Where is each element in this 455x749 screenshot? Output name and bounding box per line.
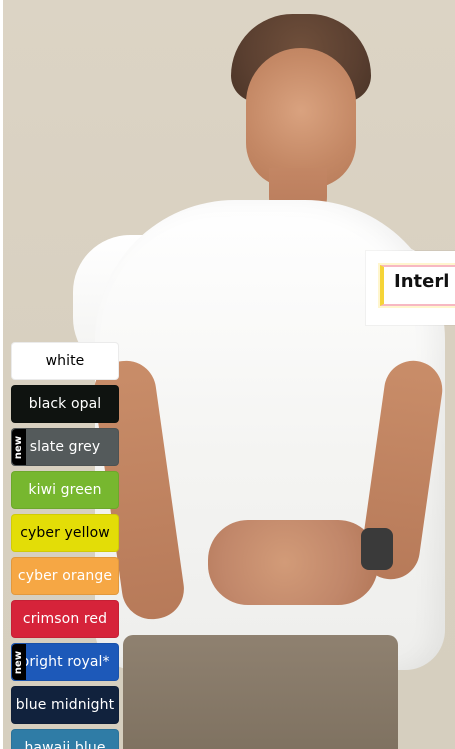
- new-badge: new: [12, 644, 26, 680]
- swatch-item[interactable]: crimson red: [11, 600, 119, 638]
- color-swatch-list: white black opal new slate grey kiwi gre…: [11, 342, 119, 749]
- ribbon-text: Interl: [394, 271, 450, 292]
- swatch-item[interactable]: cyber orange: [11, 557, 119, 595]
- swatch-label: slate grey: [29, 439, 101, 455]
- swatch-item[interactable]: cyber yellow: [11, 514, 119, 552]
- swatch-label: bright royal*: [20, 654, 110, 670]
- swatch-item[interactable]: blue midnight: [11, 686, 119, 724]
- product-page: Interl white black opal new slate grey k…: [0, 0, 455, 749]
- wristwatch-icon: [361, 528, 393, 570]
- new-badge: new: [12, 429, 26, 465]
- swatch-label: cyber yellow: [20, 525, 110, 541]
- model-pants: [123, 635, 398, 749]
- interlock-ribbon: Interl: [380, 265, 455, 306]
- model-face-shape: [246, 48, 356, 188]
- swatch-item[interactable]: new bright royal*: [11, 643, 119, 681]
- swatch-item[interactable]: new slate grey: [11, 428, 119, 466]
- swatch-label: kiwi green: [28, 482, 102, 498]
- model-hands: [208, 520, 378, 605]
- swatch-item[interactable]: kiwi green: [11, 471, 119, 509]
- swatch-item[interactable]: black opal: [11, 385, 119, 423]
- swatch-label: black opal: [28, 396, 102, 412]
- swatch-item[interactable]: white: [11, 342, 119, 380]
- swatch-label: white: [45, 353, 85, 369]
- swatch-label: hawaii blue: [24, 740, 106, 749]
- swatch-label: blue midnight: [15, 697, 115, 713]
- swatch-item[interactable]: hawaii blue: [11, 729, 119, 749]
- swatch-label: cyber orange: [17, 568, 113, 584]
- swatch-label: crimson red: [22, 611, 108, 627]
